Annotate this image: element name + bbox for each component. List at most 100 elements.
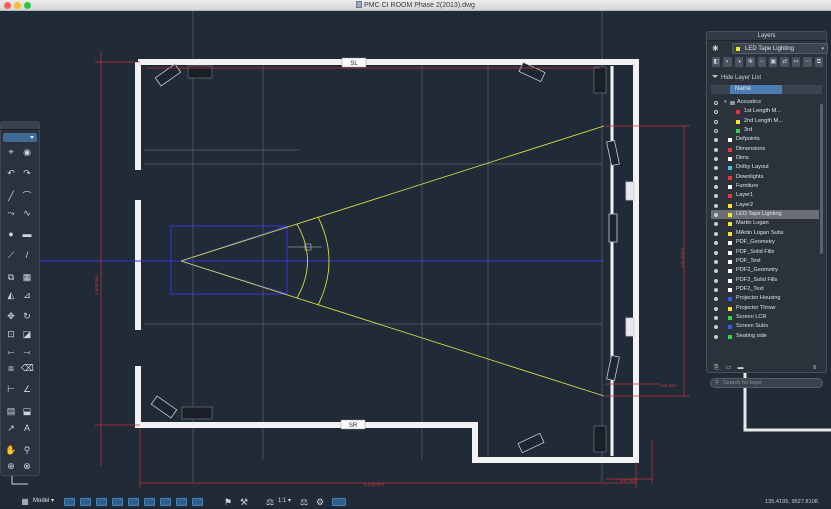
visibility-icon[interactable] bbox=[714, 203, 718, 208]
insert-icon[interactable]: ▦ bbox=[21, 271, 33, 283]
delete-layer-icon[interactable]: ▬ bbox=[736, 364, 745, 373]
visibility-icon[interactable] bbox=[714, 259, 718, 264]
layer-row[interactable]: Screen Subs bbox=[711, 322, 819, 331]
annotation-monitor-icon[interactable]: ⚑ bbox=[222, 496, 234, 508]
undo-icon[interactable]: ↶ bbox=[5, 167, 17, 179]
layer-row[interactable]: PDF2_Geometry bbox=[711, 266, 819, 275]
units-icon[interactable]: ⚒ bbox=[238, 496, 250, 508]
pan-icon[interactable]: ✋ bbox=[5, 444, 17, 456]
layer-color-swatch[interactable] bbox=[728, 194, 732, 199]
layer-row[interactable]: PDF_Text bbox=[711, 257, 819, 266]
stretch-icon[interactable]: ⊿ bbox=[21, 289, 33, 301]
transparency-icon[interactable] bbox=[176, 498, 187, 506]
rotate-icon[interactable]: ↻ bbox=[21, 310, 33, 322]
layer-color-swatch[interactable] bbox=[728, 269, 732, 274]
layer-color-swatch[interactable] bbox=[728, 213, 732, 218]
lineweight-icon[interactable] bbox=[160, 498, 171, 506]
scale-icon[interactable]: ⊡ bbox=[5, 328, 17, 340]
layer-lock-icon[interactable]: ▣ bbox=[769, 57, 778, 67]
redo-icon[interactable]: ↷ bbox=[21, 167, 33, 179]
erase-icon[interactable]: ⌫ bbox=[21, 362, 34, 374]
layer-color-swatch[interactable] bbox=[728, 231, 732, 236]
layer-row[interactable]: 2nd Length M... bbox=[711, 117, 819, 126]
layer-color-swatch[interactable] bbox=[728, 259, 732, 264]
layer-isolate-icon[interactable]: ◐ bbox=[723, 57, 732, 67]
layer-row[interactable]: Dims bbox=[711, 154, 819, 163]
hide-layer-list-toggle[interactable]: Hide Layer List bbox=[707, 73, 826, 83]
layer-list-scrollbar[interactable] bbox=[820, 104, 823, 254]
ray-icon[interactable]: / bbox=[21, 249, 33, 261]
layer-color-swatch[interactable] bbox=[736, 119, 740, 124]
layer-row[interactable]: PDF2_Text bbox=[711, 285, 819, 294]
layer-match-icon[interactable]: ⇄ bbox=[780, 57, 789, 67]
auto-scale-icon[interactable]: ⚖ bbox=[298, 496, 310, 508]
selection-cycling-icon[interactable] bbox=[192, 498, 203, 506]
gradient-icon[interactable]: ⬓ bbox=[21, 405, 33, 417]
visibility-icon[interactable] bbox=[714, 101, 718, 105]
layer-color-swatch[interactable] bbox=[728, 175, 732, 180]
visibility-icon[interactable] bbox=[714, 250, 718, 255]
quick-select-icon[interactable]: ◉ bbox=[21, 146, 33, 158]
snap-icon[interactable] bbox=[64, 498, 75, 506]
tool-set-selector[interactable] bbox=[3, 133, 37, 142]
layer-search-input[interactable]: ⚲ Search for layer bbox=[710, 378, 823, 388]
visibility-icon[interactable] bbox=[714, 175, 718, 180]
layer-color-swatch[interactable] bbox=[728, 166, 732, 171]
layer-previous-icon[interactable]: ↤ bbox=[791, 57, 801, 67]
visibility-icon[interactable] bbox=[714, 231, 718, 236]
layer-walk-icon[interactable]: ⋯ bbox=[803, 57, 812, 67]
polyline-icon[interactable]: ⤳ bbox=[5, 207, 17, 219]
layer-row[interactable]: Martin Logan bbox=[711, 219, 819, 228]
layer-row[interactable]: MArtin Logan Subs bbox=[711, 229, 819, 238]
layer-options-icon[interactable]: ≡ bbox=[810, 364, 819, 373]
zoom-extents-icon[interactable]: ⊗ bbox=[21, 460, 33, 472]
layer-color-swatch[interactable] bbox=[728, 138, 732, 143]
layer-color-swatch[interactable] bbox=[728, 315, 732, 320]
layer-row[interactable]: ▾ Acoustics bbox=[711, 98, 819, 107]
visibility-icon[interactable] bbox=[714, 287, 718, 292]
otrack-icon[interactable] bbox=[144, 498, 155, 506]
expand-triangle-icon[interactable]: ▾ bbox=[724, 98, 727, 107]
layer-color-swatch[interactable] bbox=[736, 129, 740, 134]
grid-menu-icon[interactable]: ▦ bbox=[19, 496, 31, 508]
construction-line-icon[interactable]: ⟋ bbox=[5, 249, 17, 261]
visibility-icon[interactable] bbox=[714, 315, 718, 320]
layer-freeze-icon[interactable]: ✻ bbox=[746, 57, 755, 67]
ortho-icon[interactable] bbox=[96, 498, 107, 506]
layer-row[interactable]: 1st Length M... bbox=[711, 107, 819, 116]
array-icon[interactable]: ⧈ bbox=[5, 362, 17, 374]
layer-row[interactable]: PDF2_Solid Fills bbox=[711, 276, 819, 285]
layer-row[interactable]: 3rd bbox=[711, 126, 819, 135]
layer-row[interactable]: Furniture bbox=[711, 182, 819, 191]
visibility-icon[interactable] bbox=[714, 166, 718, 171]
layer-row[interactable]: Screen LCR bbox=[711, 313, 819, 322]
linear-dimension-icon[interactable]: ⊢ bbox=[5, 383, 17, 395]
angular-dimension-icon[interactable]: ∠ bbox=[21, 383, 33, 395]
layer-row[interactable]: Layer1 bbox=[711, 191, 819, 200]
annotation-visibility-icon[interactable]: ⚖ bbox=[264, 496, 276, 508]
layer-row[interactable]: Layer2 bbox=[711, 201, 819, 210]
layer-color-swatch[interactable] bbox=[728, 241, 732, 246]
annotation-scale[interactable]: 1:1 ▾ bbox=[278, 497, 291, 506]
layer-color-swatch[interactable] bbox=[736, 110, 740, 115]
visibility-icon[interactable] bbox=[714, 334, 718, 339]
spline-icon[interactable]: ∿ bbox=[21, 207, 33, 219]
layer-row[interactable]: Dolby Layout bbox=[711, 163, 819, 172]
visibility-icon[interactable] bbox=[714, 194, 718, 199]
hatch-icon[interactable]: ▤ bbox=[5, 405, 17, 417]
trim-icon[interactable]: ⤚ bbox=[5, 346, 17, 358]
layer-color-swatch[interactable] bbox=[728, 185, 732, 190]
rectangle-icon[interactable]: ▬ bbox=[21, 228, 33, 240]
model-tab[interactable]: Model ▾ bbox=[33, 497, 57, 506]
visibility-icon[interactable] bbox=[714, 222, 718, 227]
layer-row[interactable]: Seating side bbox=[711, 332, 819, 341]
new-group-icon[interactable]: ▭ bbox=[724, 364, 733, 373]
visibility-icon[interactable] bbox=[714, 157, 718, 162]
offset-icon[interactable]: ◪ bbox=[21, 328, 33, 340]
visibility-icon[interactable] bbox=[714, 325, 718, 330]
visibility-icon[interactable] bbox=[714, 110, 718, 115]
mirror-icon[interactable]: ◭ bbox=[5, 289, 17, 301]
layer-state-icon[interactable]: ◧ bbox=[712, 57, 721, 67]
extend-icon[interactable]: ⤙ bbox=[21, 346, 33, 358]
visibility-icon[interactable] bbox=[714, 147, 718, 152]
